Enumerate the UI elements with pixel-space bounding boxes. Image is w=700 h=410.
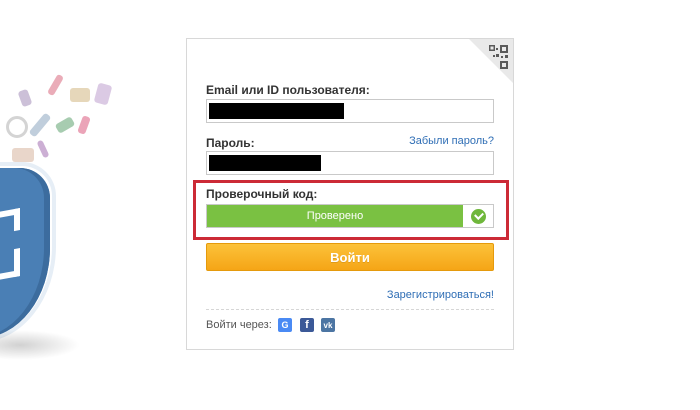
- captcha-status: Проверено: [207, 205, 463, 227]
- login-button[interactable]: Войти: [206, 243, 494, 271]
- password-label: Пароль:: [206, 136, 255, 150]
- vk-icon[interactable]: vk: [321, 318, 335, 332]
- captcha-label: Проверочный код:: [206, 187, 318, 201]
- qr-code-icon[interactable]: [469, 39, 513, 83]
- social-login-label: Войти через:: [206, 319, 272, 331]
- password-field[interactable]: [206, 151, 494, 175]
- divider: [206, 309, 494, 310]
- cosmetic-item: [28, 112, 52, 138]
- cosmetic-item: [17, 88, 33, 108]
- shield-mark: [0, 248, 20, 280]
- shadow: [0, 330, 80, 360]
- page: Email или ID пользователя: Пароль: Забыл…: [0, 0, 700, 410]
- cosmetic-item: [70, 88, 90, 102]
- cosmetic-item: [54, 116, 76, 134]
- captcha-widget[interactable]: Проверено: [206, 204, 494, 228]
- facebook-icon[interactable]: f: [300, 318, 314, 332]
- redacted-value: [209, 155, 321, 171]
- register-link[interactable]: Зарегистрироваться!: [387, 289, 494, 301]
- login-field[interactable]: [206, 99, 494, 123]
- cosmetic-item: [12, 148, 34, 162]
- google-icon[interactable]: G: [278, 318, 292, 332]
- login-card: Email или ID пользователя: Пароль: Забыл…: [186, 38, 514, 350]
- captcha-check: [463, 205, 493, 227]
- cosmetic-item: [6, 116, 28, 138]
- forgot-password-link[interactable]: Забыли пароль?: [409, 135, 494, 147]
- shield-mark: [0, 208, 20, 234]
- cosmetic-item: [77, 115, 91, 135]
- check-circle-icon: [470, 208, 486, 224]
- cosmetic-item: [36, 139, 50, 159]
- decorative-illustration: [0, 60, 150, 360]
- redacted-value: [209, 103, 344, 119]
- login-label: Email или ID пользователя:: [206, 83, 370, 97]
- cosmetic-item: [46, 73, 65, 97]
- cosmetic-item: [93, 82, 113, 106]
